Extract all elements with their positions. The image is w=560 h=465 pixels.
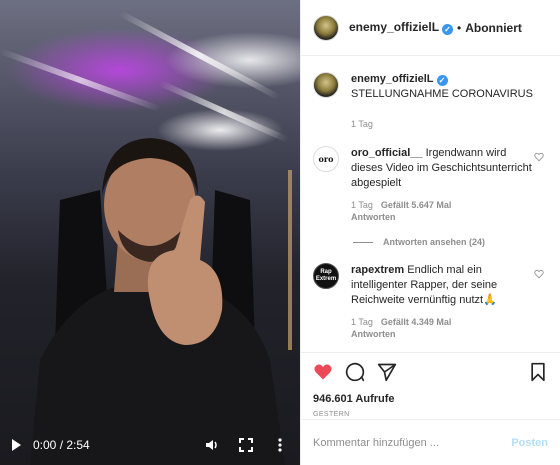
instagram-post: 0:00 / 2:54 enemy_offizielL ✓ • Abonniert xyxy=(0,0,560,465)
reply-button[interactable]: Antworten xyxy=(351,212,396,222)
reply-button[interactable]: Antworten xyxy=(351,329,396,339)
comment-likes[interactable]: Gefällt 4.349 Mal xyxy=(381,317,452,327)
heart-icon[interactable] xyxy=(534,269,544,279)
comment-age[interactable]: 1 Tag xyxy=(351,317,373,327)
comment-meta: 1 Tag Gefällt 4.349 Mal Antworten xyxy=(351,316,536,340)
list-item: Rap Extrem rapextrem Endlich mal ein int… xyxy=(313,263,548,340)
caption: enemy_offizielL ✓ STELLUNGNAHME CORONAVIR… xyxy=(313,72,548,130)
comment-icon[interactable] xyxy=(345,362,365,382)
comment-username[interactable]: oro_official__ xyxy=(351,147,423,159)
comments-list: enemy_offizielL ✓ STELLUNGNAHME CORONAVIR… xyxy=(301,72,560,340)
fullscreen-icon[interactable] xyxy=(238,437,254,453)
add-comment-bar: Posten xyxy=(301,419,560,465)
comment-input[interactable] xyxy=(313,436,512,449)
action-icons xyxy=(313,361,548,383)
avatar[interactable]: oro xyxy=(313,146,339,172)
video-player[interactable]: 0:00 / 2:54 xyxy=(0,0,300,465)
view-replies-button[interactable]: Antworten ansehen (24) xyxy=(353,237,548,247)
play-icon[interactable] xyxy=(12,439,21,451)
video-frame-person xyxy=(30,138,292,465)
avatar[interactable] xyxy=(313,14,339,41)
post-actions: 946.601 Aufrufe GESTERN xyxy=(301,352,560,418)
views-count[interactable]: 946.601 Aufrufe xyxy=(313,393,548,405)
bookmark-icon[interactable] xyxy=(528,362,548,382)
volume-icon[interactable] xyxy=(204,437,220,453)
video-time: 0:00 / 2:54 xyxy=(33,438,90,452)
verified-icon: ✓ xyxy=(436,75,448,86)
caption-username[interactable]: enemy_offizielL ✓ xyxy=(351,73,448,86)
separator-dot: • xyxy=(457,20,462,35)
avatar[interactable]: Rap Extrem xyxy=(313,263,339,289)
comment-username[interactable]: rapextrem xyxy=(351,264,404,276)
post-header: enemy_offizielL ✓ • Abonniert xyxy=(301,0,560,56)
caption-age[interactable]: 1 Tag xyxy=(351,119,373,129)
post-side-panel: enemy_offizielL ✓ • Abonniert enemy_offiz… xyxy=(300,0,560,465)
video-controls: 0:00 / 2:54 xyxy=(0,425,300,465)
heart-icon[interactable] xyxy=(534,152,544,162)
more-icon[interactable] xyxy=(272,437,288,453)
comment-likes[interactable]: Gefällt 5.647 Mal xyxy=(381,200,452,210)
share-icon[interactable] xyxy=(377,362,397,382)
verified-icon: ✓ xyxy=(442,24,454,35)
divider xyxy=(353,241,373,243)
caption-meta: 1 Tag xyxy=(351,118,536,130)
caption-text: STELLUNGNAHME CORONAVIRUS xyxy=(351,88,533,100)
follow-status[interactable]: Abonniert xyxy=(465,21,522,35)
header-username[interactable]: enemy_offizielL ✓ xyxy=(349,20,454,35)
post-date: GESTERN xyxy=(313,411,350,418)
comment-meta: 1 Tag Gefällt 5.647 Mal Antworten xyxy=(351,199,536,223)
avatar[interactable] xyxy=(313,72,339,98)
post-button[interactable]: Posten xyxy=(511,437,548,449)
comment-age[interactable]: 1 Tag xyxy=(351,200,373,210)
like-heart-icon[interactable] xyxy=(313,362,333,382)
list-item: oro oro_official__ Irgendwann wird diese… xyxy=(313,146,548,223)
